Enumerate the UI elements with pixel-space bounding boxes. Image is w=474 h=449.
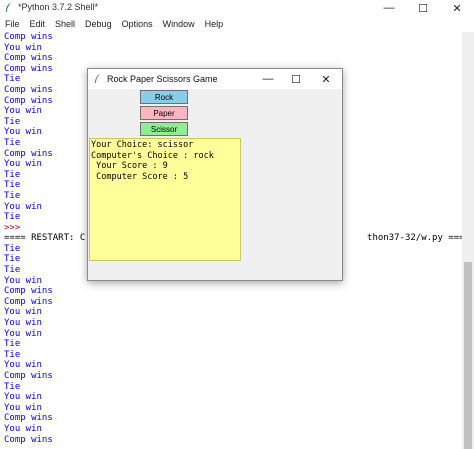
menu-shell[interactable]: Shell: [50, 16, 80, 32]
shell-window-title: *Python 3.7.2 Shell*: [18, 2, 99, 12]
python-feather-icon: [6, 3, 11, 12]
shell-output-line: Tie: [4, 349, 21, 360]
shell-minimize-button[interactable]: —: [372, 0, 406, 16]
scissor-button[interactable]: Scissor: [140, 122, 188, 136]
game-window: Rock Paper Scissors Game — ☐ ✕ Rock Pape…: [87, 68, 343, 281]
game-minimize-button[interactable]: —: [254, 69, 282, 89]
result-text-box[interactable]: Your Choice: scissor Computer's Choice :…: [89, 138, 241, 261]
shell-title-bar[interactable]: *Python 3.7.2 Shell* — ☐ ✕: [0, 0, 474, 16]
rock-button[interactable]: Rock: [140, 90, 188, 104]
shell-output-line: Tie: [4, 381, 21, 392]
shell-output-line: Comp wins: [4, 434, 53, 445]
shell-output-line: You win: [4, 328, 42, 339]
game-maximize-button[interactable]: ☐: [282, 69, 310, 89]
shell-scrollbar[interactable]: [462, 32, 474, 449]
shell-close-button[interactable]: ✕: [440, 0, 474, 16]
menu-file[interactable]: File: [0, 16, 25, 32]
shell-output-line: Comp wins: [4, 296, 53, 307]
shell-output-line: You win: [4, 318, 42, 329]
python-feather-icon: [95, 74, 100, 83]
shell-output-line: Tie: [4, 339, 21, 350]
shell-output-line: You win: [4, 42, 42, 53]
menu-edit[interactable]: Edit: [25, 16, 51, 32]
your-score-text: Your Score : 9: [91, 161, 168, 172]
shell-output-line: Comp wins: [4, 413, 53, 424]
shell-output-line: You win: [4, 392, 42, 403]
your-choice-text: Your Choice: scissor: [91, 140, 194, 150]
game-close-button[interactable]: ✕: [312, 69, 340, 89]
shell-output-line: You win: [4, 402, 42, 413]
game-window-title: Rock Paper Scissors Game: [107, 74, 218, 84]
shell-output-line: You win: [4, 423, 42, 434]
menu-options[interactable]: Options: [117, 16, 158, 32]
scrollbar-thumb[interactable]: [464, 262, 472, 449]
paper-button[interactable]: Paper: [140, 106, 188, 120]
computer-score-text: Computer Score : 5: [91, 171, 189, 182]
shell-output-line: You win: [4, 360, 42, 371]
game-title-bar[interactable]: Rock Paper Scissors Game — ☐ ✕: [88, 69, 342, 89]
menu-window[interactable]: Window: [158, 16, 200, 32]
computer-choice-text: Computer's Choice : rock: [91, 150, 214, 161]
shell-output-line: Comp wins: [4, 286, 53, 297]
menu-help[interactable]: Help: [200, 16, 229, 32]
shell-menu-bar: File Edit Shell Debug Options Window Hel…: [0, 16, 474, 32]
shell-maximize-button[interactable]: ☐: [406, 0, 440, 16]
menu-debug[interactable]: Debug: [80, 16, 117, 32]
shell-output-line: You win: [4, 307, 42, 318]
shell-output-line: Comp wins: [4, 32, 53, 42]
shell-output-line: Comp wins: [4, 371, 53, 381]
shell-output-line: Comp wins: [4, 53, 53, 64]
